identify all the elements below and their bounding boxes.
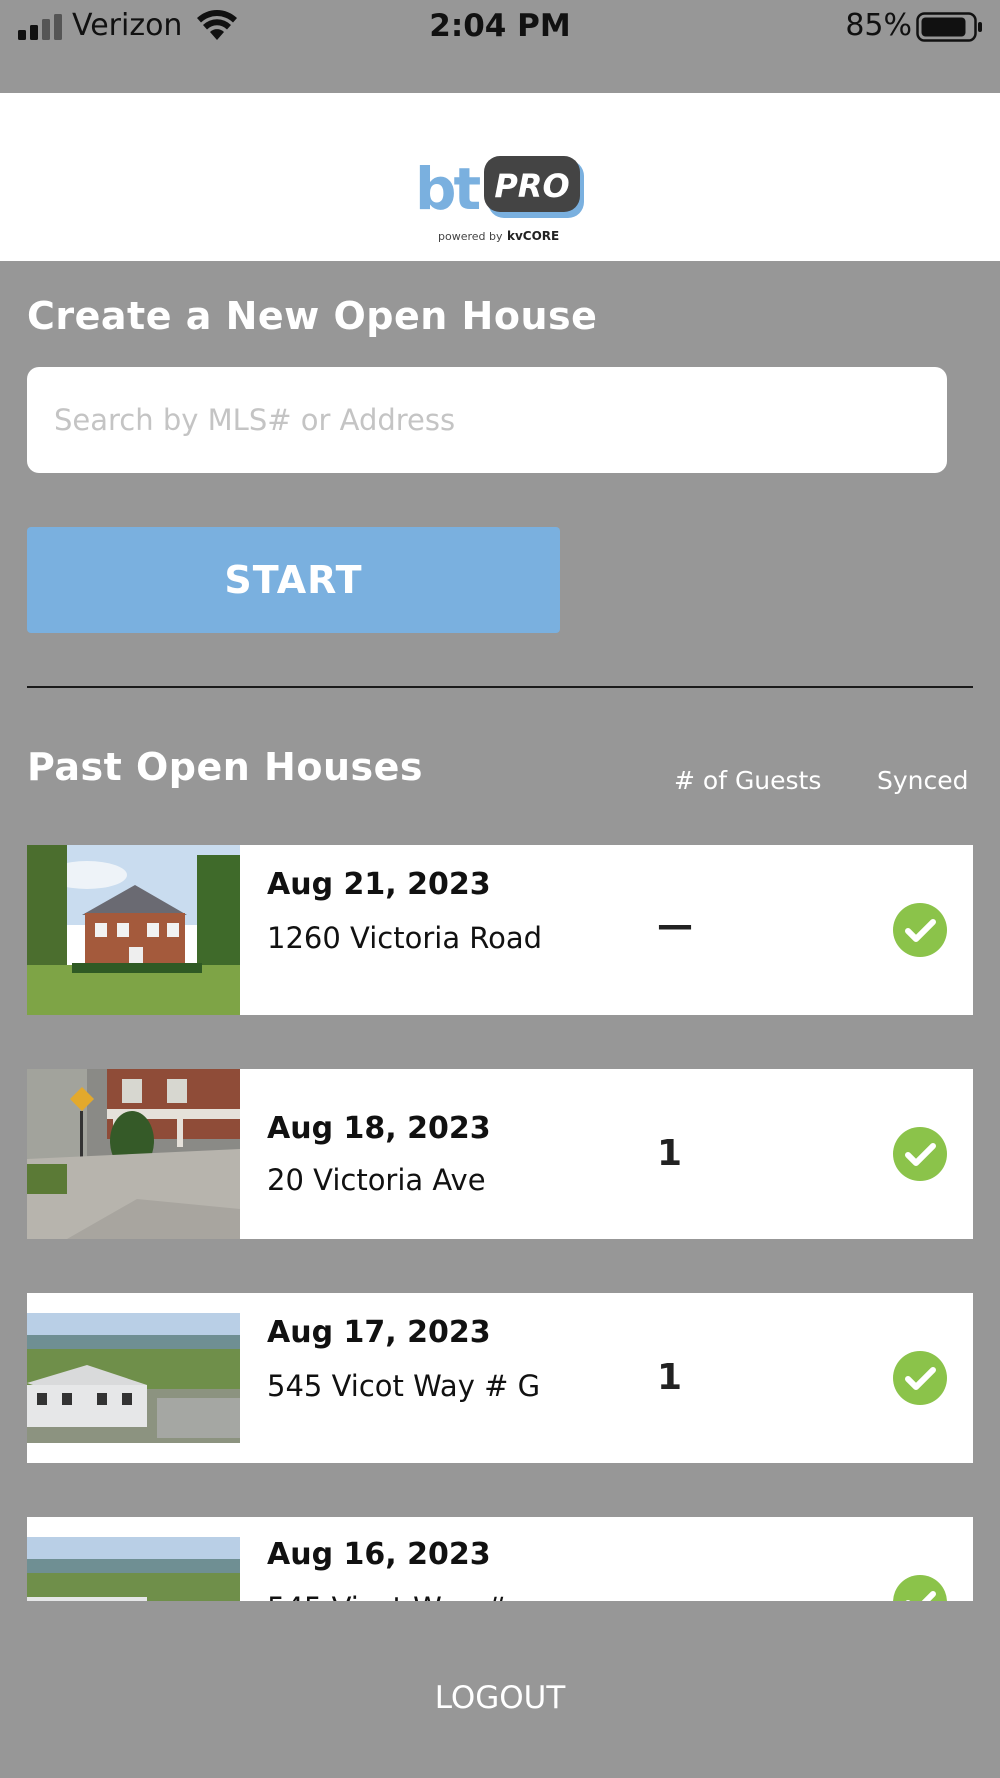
row-address: 20 Victoria Ave bbox=[267, 1163, 486, 1197]
start-button[interactable]: START bbox=[27, 527, 560, 633]
row-guest-count: 1 bbox=[657, 1133, 683, 1174]
synced-check-icon bbox=[893, 1127, 947, 1181]
open-house-row[interactable]: Aug 21, 2023 1260 Victoria Road — bbox=[27, 845, 973, 1015]
battery-icon bbox=[916, 12, 982, 42]
property-photo bbox=[27, 1069, 240, 1239]
logout-button[interactable]: LOGOUT bbox=[0, 1680, 1000, 1716]
battery-percent: 85% bbox=[845, 8, 912, 43]
row-date: Aug 18, 2023 bbox=[267, 1111, 491, 1146]
synced-column-header: Synced bbox=[877, 766, 969, 795]
past-section-title: Past Open Houses bbox=[27, 745, 424, 789]
svg-text:bt: bt bbox=[415, 155, 481, 223]
bt-pro-logo: bt PRO powered by kvCORE bbox=[415, 155, 584, 243]
synced-check-icon bbox=[893, 903, 947, 957]
row-address: 545 Vicot Way # G bbox=[267, 1369, 541, 1403]
create-section-title: Create a New Open House bbox=[27, 294, 598, 338]
past-open-houses-list[interactable]: Aug 21, 2023 1260 Victoria Road — Aug 18… bbox=[27, 845, 973, 1601]
row-guest-count: 1 bbox=[657, 1357, 683, 1398]
synced-check-icon bbox=[893, 1351, 947, 1405]
divider bbox=[27, 686, 973, 688]
property-photo bbox=[27, 1517, 240, 1601]
row-date: Aug 16, 2023 bbox=[267, 1537, 491, 1572]
row-address: 1260 Victoria Road bbox=[267, 921, 543, 955]
svg-text:powered by: powered by bbox=[438, 230, 503, 243]
open-house-row[interactable]: Aug 17, 2023 545 Vicot Way # G 1 bbox=[27, 1293, 973, 1463]
guests-column-header: # of Guests bbox=[674, 766, 822, 795]
open-house-row[interactable]: Aug 16, 2023 545 Vicot Way # bbox=[27, 1517, 973, 1601]
svg-text:kvCORE: kvCORE bbox=[507, 229, 559, 243]
row-date: Aug 21, 2023 bbox=[267, 867, 491, 902]
property-photo bbox=[27, 1293, 240, 1463]
app-header: bt PRO powered by kvCORE bbox=[0, 93, 1000, 261]
status-bar: Verizon 2:04 PM 85% bbox=[0, 0, 1000, 56]
row-address: 545 Vicot Way # bbox=[267, 1589, 557, 1601]
search-input[interactable] bbox=[27, 367, 947, 473]
row-date: Aug 17, 2023 bbox=[267, 1315, 491, 1350]
row-guest-count: — bbox=[657, 905, 693, 946]
open-house-row[interactable]: Aug 18, 2023 20 Victoria Ave 1 bbox=[27, 1069, 973, 1239]
property-photo bbox=[27, 845, 240, 1015]
svg-text:PRO: PRO bbox=[494, 167, 569, 205]
synced-check-icon bbox=[893, 1575, 947, 1601]
